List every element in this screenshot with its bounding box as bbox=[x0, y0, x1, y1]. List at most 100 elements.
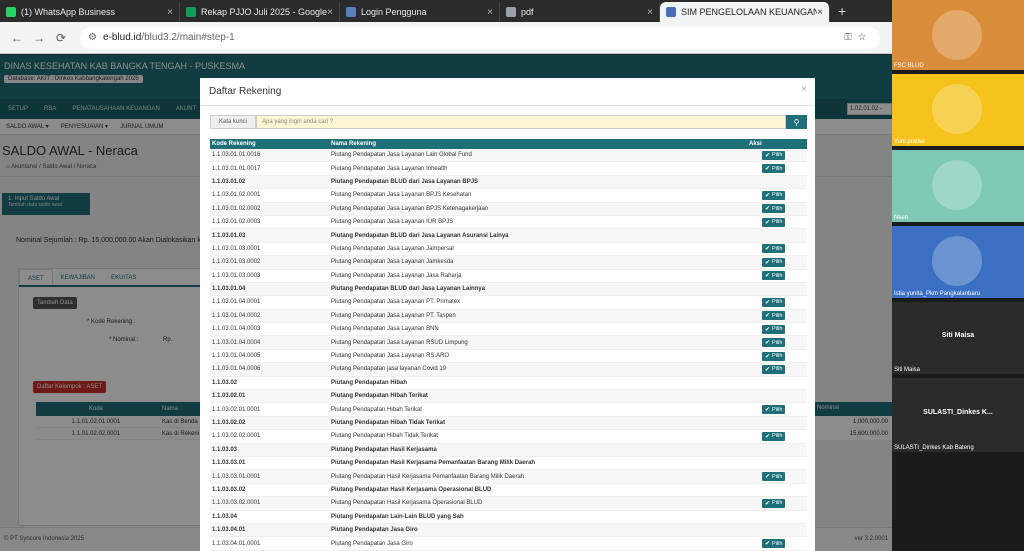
meeting-participants: FSC BLUD Yuni pratiwi Nken Istia yunita_Pkm… bbox=[892, 0, 1024, 551]
rekening-kode: 1.1.03.01.01.0016 bbox=[212, 152, 261, 159]
rekening-row: 1.1.03.02 Piutang Pendapatan Hibah bbox=[210, 377, 807, 391]
participant-name: Yuni pratiwi bbox=[894, 139, 925, 145]
reload-icon[interactable]: ⟳ bbox=[50, 31, 72, 45]
browser-tab[interactable]: (1) WhatsApp Business × bbox=[0, 2, 180, 22]
close-icon[interactable]: × bbox=[801, 84, 807, 95]
tab-close-icon[interactable]: × bbox=[167, 7, 173, 18]
participant-name: Siti Maisa bbox=[894, 367, 921, 373]
tab-label: Rekap PJJO Juli 2025 - Google S bbox=[201, 7, 327, 17]
rekening-aksi: ✔ Pilih bbox=[747, 431, 807, 441]
pilih-button[interactable]: ✔ Pilih bbox=[762, 351, 786, 361]
tab-close-icon[interactable]: × bbox=[487, 7, 493, 18]
rekening-nama: Piutang Pendapatan Hasil Kerjasama Peman… bbox=[331, 460, 536, 467]
rekening-aksi: ✔ Pilih bbox=[747, 472, 807, 482]
pilih-label: Pilih bbox=[772, 152, 783, 159]
rekening-kode: 1.1.03.01.02 bbox=[212, 178, 246, 185]
pilih-button[interactable]: ✔ Pilih bbox=[762, 405, 786, 415]
participant-tile[interactable]: Yuni pratiwi bbox=[892, 74, 1024, 146]
pilih-button[interactable]: ✔ Pilih bbox=[762, 431, 786, 441]
pilih-button[interactable]: ✔ Pilih bbox=[762, 539, 786, 549]
rekening-kode: 1.1.03.01.04.0004 bbox=[212, 339, 261, 346]
rekening-aksi: ✔ Pilih bbox=[747, 150, 807, 160]
rekening-nama: Piutang Pendapatan Hasil Kerjasama Opera… bbox=[331, 500, 483, 507]
participant-tile[interactable]: Siti Maisa Siti Maisa bbox=[892, 302, 1024, 374]
participant-name-center: Siti Maisa bbox=[941, 332, 975, 339]
rekening-aksi: ✔ Pilih bbox=[747, 338, 807, 348]
pilih-button[interactable]: ✔ Pilih bbox=[762, 217, 786, 227]
participant-tile[interactable]: Nken bbox=[892, 150, 1024, 222]
participant-tile[interactable]: FSC BLUD bbox=[892, 0, 1024, 70]
participant-tile[interactable]: SULASTI_Dinkes K... SULASTI_Dinkes Kab Ba… bbox=[892, 378, 1024, 452]
rekening-nama: Piutang Pendapatan Jasa Layanan Inhealth bbox=[331, 165, 448, 172]
pilih-button[interactable]: ✔ Pilih bbox=[762, 297, 786, 307]
check-icon: ✔ bbox=[765, 353, 771, 360]
url-field[interactable]: ⚙ e-blud.id /blud3.2/main#step-1 ⚿☆ bbox=[80, 26, 880, 49]
rekening-kode: 1.1.03.01.04.0006 bbox=[212, 366, 261, 373]
pilih-button[interactable]: ✔ Pilih bbox=[762, 244, 786, 254]
tab-close-icon[interactable]: × bbox=[817, 7, 823, 18]
rekening-row: 1.1.03.01.04.0006 Piutang Pendapatan jasa… bbox=[210, 363, 807, 377]
pilih-button[interactable]: ✔ Pilih bbox=[762, 257, 786, 267]
pilih-button[interactable]: ✔ Pilih bbox=[762, 150, 786, 160]
search-input[interactable]: Apa yang ingin anda cari ? bbox=[256, 115, 786, 129]
new-tab-icon[interactable]: + bbox=[830, 2, 854, 22]
rekening-row: 1.1.03.01.02 Piutang Pendapatan BLUD dari… bbox=[210, 175, 807, 190]
rekening-aksi: ✔ Pilih bbox=[747, 405, 807, 415]
pilih-button[interactable]: ✔ Pilih bbox=[762, 164, 786, 174]
pilih-button[interactable]: ✔ Pilih bbox=[762, 498, 786, 508]
pilih-button[interactable]: ✔ Pilih bbox=[762, 204, 786, 214]
pilih-button[interactable]: ✔ Pilih bbox=[762, 338, 786, 348]
check-icon: ✔ bbox=[765, 366, 771, 373]
rekening-aksi: ✔ Pilih bbox=[747, 311, 807, 321]
tab-close-icon[interactable]: × bbox=[647, 7, 653, 18]
tab-favicon-icon bbox=[346, 7, 356, 17]
rekening-kode: 1.1.03.02.02 bbox=[212, 420, 246, 426]
participant-tile[interactable]: Istia yunita_Pkm Pangkalanbaru bbox=[892, 226, 1024, 298]
rekening-kode: 1.1.03.03.01 bbox=[212, 460, 246, 467]
forward-icon[interactable]: → bbox=[28, 31, 50, 45]
pilih-button[interactable]: ✔ Pilih bbox=[762, 271, 786, 281]
pilih-button[interactable]: ✔ Pilih bbox=[762, 364, 786, 374]
rekening-aksi: ✔ Pilih bbox=[747, 164, 807, 174]
rekening-table-header: Kode Rekening Nama Rekening Aksi bbox=[210, 139, 807, 149]
rekening-row: 1.1.03.03.01.0001 Piutang Pendapatan Hasi… bbox=[210, 470, 807, 484]
rekening-kode: 1.1.03.01.04 bbox=[212, 286, 246, 293]
pilih-label: Pilih bbox=[772, 259, 783, 266]
browser-tab[interactable]: Rekap PJJO Juli 2025 - Google S × bbox=[180, 2, 340, 22]
check-icon: ✔ bbox=[765, 299, 771, 306]
back-icon[interactable]: ← bbox=[6, 31, 28, 45]
tab-close-icon[interactable]: × bbox=[327, 7, 333, 18]
col-kode-rekening: Kode Rekening bbox=[212, 141, 256, 147]
rekening-kode: 1.1.03.03 bbox=[212, 446, 238, 453]
pilih-button[interactable]: ✔ Pilih bbox=[762, 311, 786, 321]
rekening-kode: 1.1.03.02.01 bbox=[212, 393, 246, 400]
pilih-label: Pilih bbox=[772, 339, 783, 346]
pilih-label: Pilih bbox=[772, 406, 783, 413]
rekening-kode: 1.1.03.01.02.0002 bbox=[212, 205, 261, 212]
site-info-icon[interactable]: ⚙ bbox=[88, 32, 97, 43]
rekening-row: 1.1.03.01.04.0005 Piutang Pendapatan Jasa… bbox=[210, 350, 807, 364]
rekening-row: 1.1.03.04.01.0001 Piutang Pendapatan Jasa… bbox=[210, 537, 807, 551]
rekening-kode: 1.1.03.03.02 bbox=[212, 486, 246, 493]
rekening-kode: 1.1.03.01.02.0003 bbox=[212, 219, 261, 226]
browser-tab[interactable]: pdf × bbox=[500, 2, 660, 22]
rekening-row: 1.1.03.01.02.0002 Piutang Pendapatan Jasa… bbox=[210, 202, 807, 216]
pilih-button[interactable]: ✔ Pilih bbox=[762, 190, 786, 200]
rekening-kode: 1.1.03.01.03.0001 bbox=[212, 245, 261, 252]
pilih-button[interactable]: ✔ Pilih bbox=[762, 324, 786, 334]
pilih-label: Pilih bbox=[772, 312, 783, 319]
rekening-nama: Piutang Pendapatan Jasa Layanan BPJS Kes… bbox=[331, 192, 472, 199]
browser-tab[interactable]: Login Pengguna × bbox=[340, 2, 500, 22]
rekening-kode: 1.1.03.01.04.0003 bbox=[212, 326, 261, 333]
rekening-row: 1.1.03.01.01.0017 Piutang Pendapatan Jasa… bbox=[210, 162, 807, 176]
browser-tab[interactable]: SIM PENGELOLAAN KEUANGAN × bbox=[660, 2, 830, 22]
pilih-label: Pilih bbox=[772, 272, 783, 279]
pilih-button[interactable]: ✔ Pilih bbox=[762, 472, 786, 482]
search-icon: ⚲ bbox=[793, 117, 800, 127]
search-button[interactable]: ⚲ bbox=[786, 115, 807, 129]
screen: (1) WhatsApp Business × Rekap PJJO Juli 20… bbox=[0, 0, 1024, 551]
rekening-row: 1.1.03.01.03.0003 Piutang Pendapatan Jasa… bbox=[210, 270, 807, 283]
rekening-aksi: ✔ Pilih bbox=[747, 190, 807, 200]
rekening-row: 1.1.03.01.04.0002 Piutang Pendapatan Jasa… bbox=[210, 309, 807, 324]
url-action-icons[interactable]: ⚿☆ bbox=[844, 32, 872, 43]
